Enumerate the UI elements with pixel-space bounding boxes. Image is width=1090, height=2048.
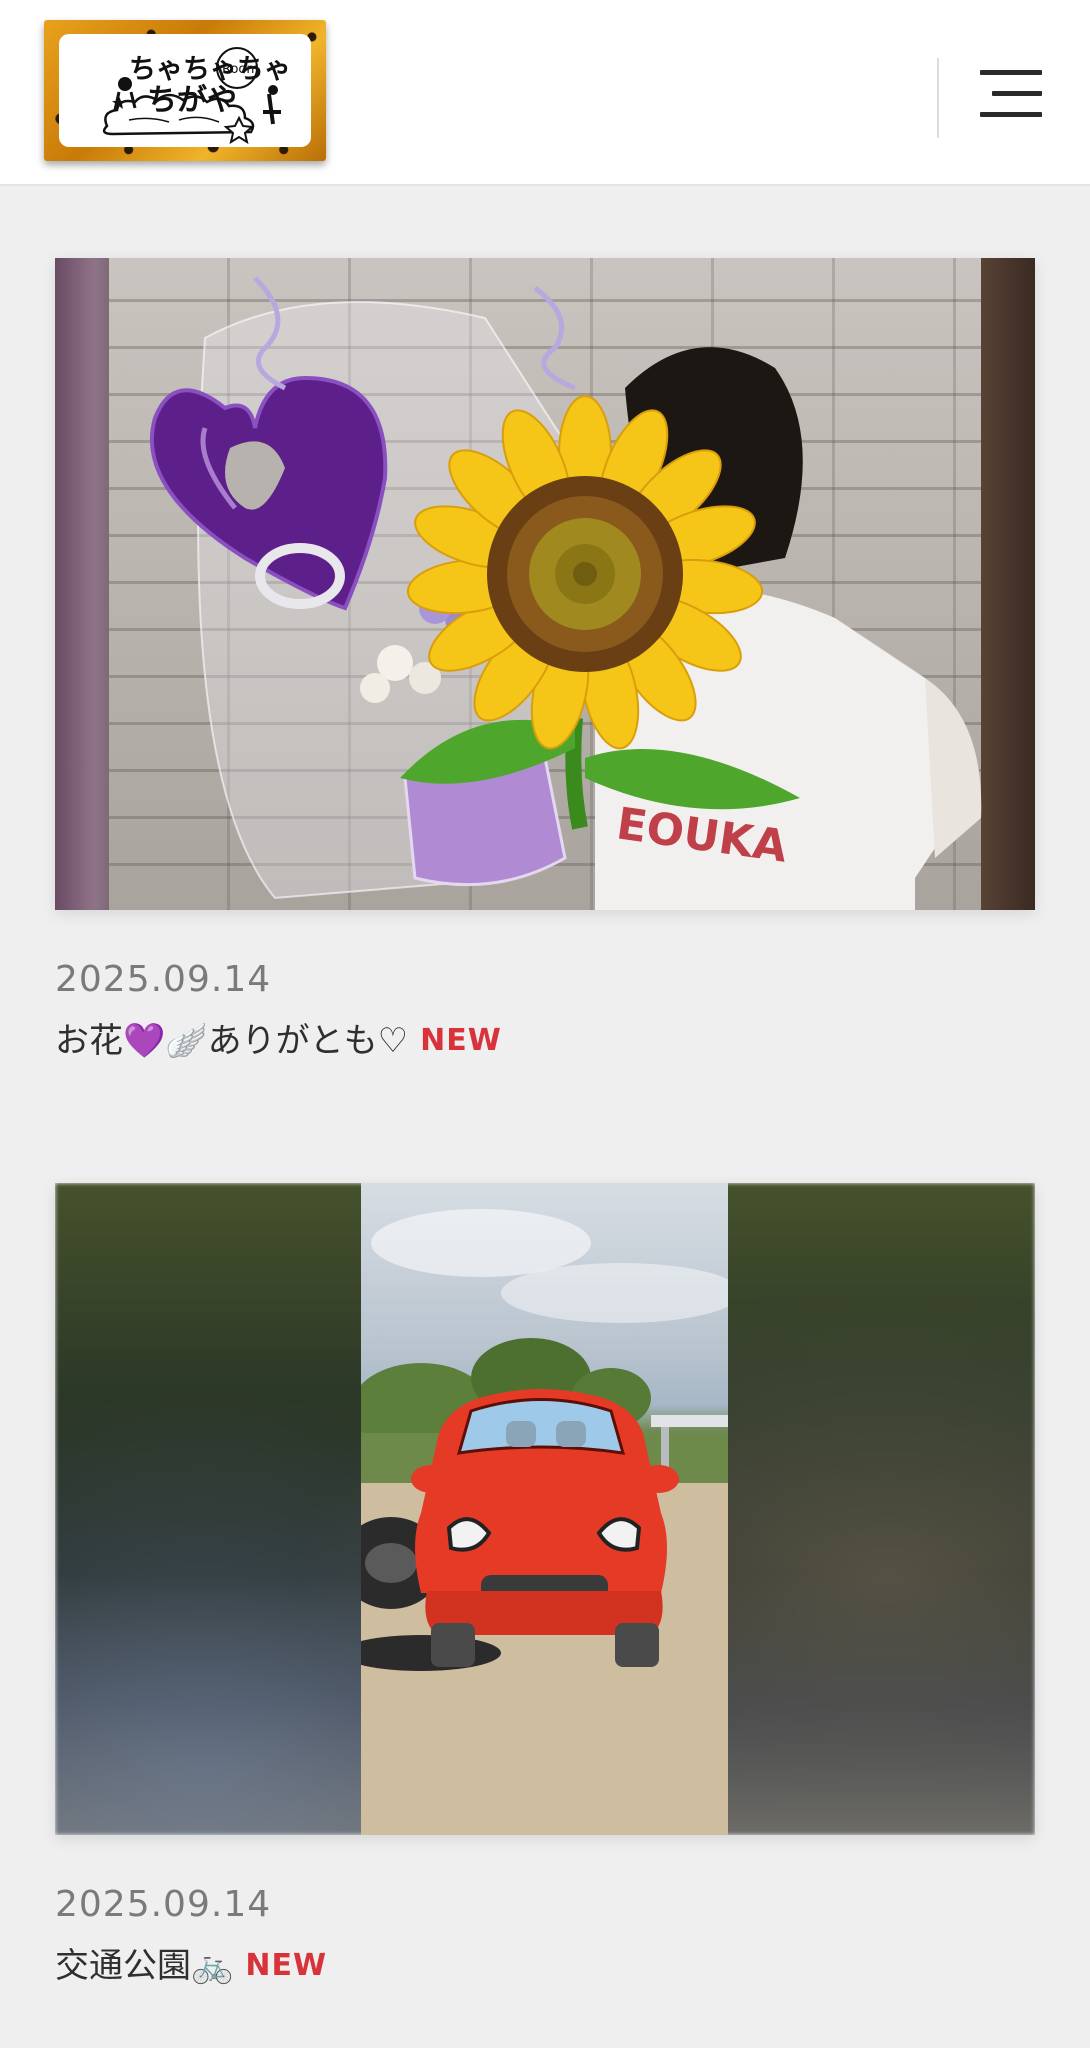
- new-badge: NEW: [245, 1948, 328, 1983]
- logo-image: ちゃちゃちゃ ちがや Room: [59, 34, 311, 147]
- site-header: ちゃちゃちゃ ちがや Room: [0, 0, 1090, 186]
- post-title: お花💜🪽ありがとも♡: [55, 1021, 409, 1061]
- new-badge: NEW: [420, 1023, 502, 1058]
- post-thumbnail-car[interactable]: [55, 1183, 1035, 1835]
- post-date: 2025.09.14: [55, 1884, 272, 1925]
- post-date: 2025.09.14: [55, 959, 272, 1000]
- post-title-link[interactable]: 交通公園🚲 NEW: [55, 1941, 1035, 1991]
- header-divider: [937, 58, 939, 138]
- post-card[interactable]: 2025.09.14 交通公園🚲 NEW: [55, 1183, 1035, 1991]
- logo-text-line1: ちゃちゃちゃ: [129, 54, 291, 85]
- logo-text-line2: ちがや: [147, 83, 237, 118]
- hamburger-menu-icon[interactable]: [976, 62, 1046, 126]
- post-title: 交通公園🚲: [55, 1946, 234, 1986]
- post-thumbnail-bouquet[interactable]: EOUKA: [55, 258, 1035, 910]
- post-title-link[interactable]: お花💜🪽ありがとも♡ NEW: [55, 1016, 1035, 1066]
- post-card[interactable]: EOUKA 2025.09.14 お花💜🪽ありがとも♡ NEW: [55, 258, 1035, 1066]
- site-logo[interactable]: ちゃちゃちゃ ちがや Room: [44, 20, 326, 161]
- logo-badge-text: Room: [222, 62, 259, 77]
